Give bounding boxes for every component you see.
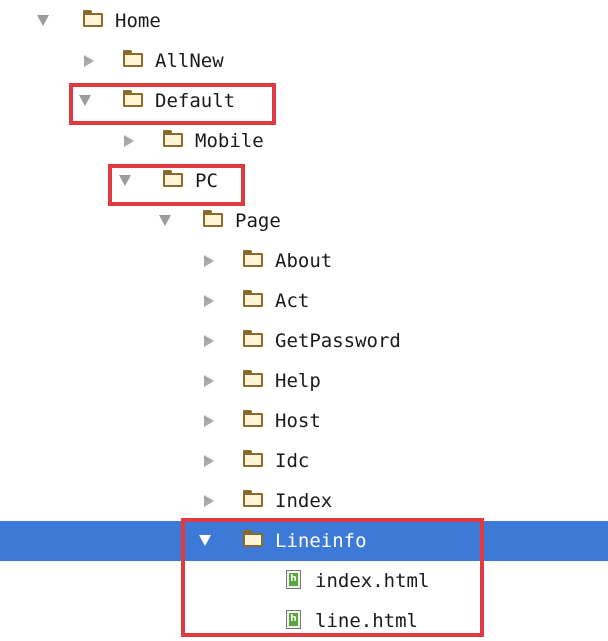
collapse-arrow-icon[interactable] [204,255,214,267]
tree-item-label: About [275,250,333,272]
collapse-arrow-icon[interactable] [204,415,214,427]
tree-item-label: GetPassword [275,330,401,352]
highlight-box-pc [108,164,245,206]
tree-item-label: Mobile [195,130,264,152]
expand-arrow-icon[interactable] [159,215,171,226]
tree-item-mobile[interactable]: Mobile [0,121,608,161]
tree-item-allnew[interactable]: AllNew [0,41,608,81]
tree-item-index[interactable]: Index [0,481,608,521]
highlight-box-default [69,83,276,125]
tree-item-label: Home [115,10,161,32]
collapse-arrow-icon[interactable] [204,335,214,347]
collapse-arrow-icon[interactable] [204,375,214,387]
tree-item-label: Help [275,370,321,392]
folder-icon [83,10,103,27]
expand-arrow-icon[interactable] [37,15,49,26]
tree-item-about[interactable]: About [0,241,608,281]
folder-icon [243,410,263,427]
folder-icon [243,450,263,467]
folder-icon [163,130,183,147]
folder-icon [203,210,223,227]
tree-item-act[interactable]: Act [0,281,608,321]
folder-icon [243,490,263,507]
collapse-arrow-icon[interactable] [124,135,134,147]
tree-item-label: Act [275,290,310,312]
tree-item-home[interactable]: Home [0,1,608,41]
tree-item-label: Page [235,210,281,232]
file-tree: Home AllNew Default Mobile PC Page About… [0,0,608,639]
collapse-arrow-icon[interactable] [204,295,214,307]
tree-item-label: AllNew [155,50,224,72]
folder-icon [123,50,143,67]
tree-item-help[interactable]: Help [0,361,608,401]
tree-item-label: Idc [275,450,310,472]
folder-icon [243,330,263,347]
folder-icon [243,370,263,387]
tree-item-page[interactable]: Page [0,201,608,241]
tree-item-idc[interactable]: Idc [0,441,608,481]
collapse-arrow-icon[interactable] [204,495,214,507]
collapse-arrow-icon[interactable] [204,455,214,467]
tree-item-host[interactable]: Host [0,401,608,441]
folder-icon [243,250,263,267]
collapse-arrow-icon[interactable] [84,55,94,67]
tree-item-pc[interactable]: PC [0,161,608,201]
highlight-box-lineinfo [181,518,484,637]
folder-icon [243,290,263,307]
tree-item-getpassword[interactable]: GetPassword [0,321,608,361]
tree-item-label: Index [275,490,333,512]
tree-item-label: Host [275,410,321,432]
